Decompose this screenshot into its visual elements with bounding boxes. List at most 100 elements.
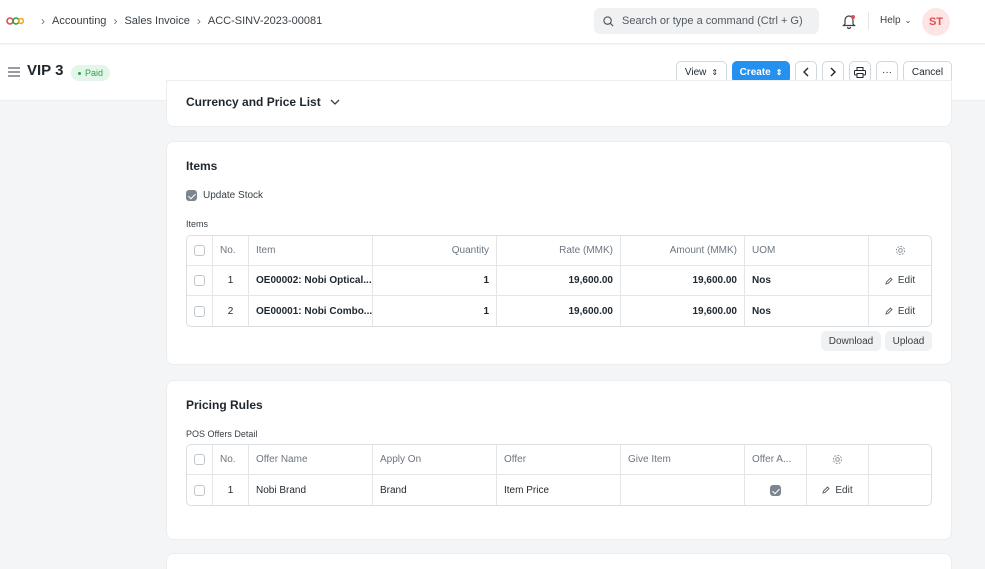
table-header: No. Item Quantity Rate (MMK) Amount (MMK… [187,236,931,266]
edit-label: Edit [897,275,916,286]
more-icon: ··· [882,66,892,78]
item-code[interactable]: OE00001: Nobi Combo... [249,296,373,326]
column-header: Offer A... [745,445,807,474]
items-table: No. Item Quantity Rate (MMK) Amount (MMK… [186,235,932,327]
edit-row-button[interactable]: Edit [869,296,931,326]
breadcrumb-sales-invoice[interactable]: Sales Invoice [124,15,189,27]
item-amount[interactable]: 19,600.00 [621,296,745,326]
checkbox-icon [194,275,205,286]
table-row[interactable]: 1 Nobi Brand Brand Item Price Edit [187,475,931,505]
row-number: 1 [213,475,249,505]
section-title-label: Currency and Price List [186,95,321,109]
chevron-right-icon: › [113,14,118,28]
chevron-right-icon [830,67,836,77]
status-label: Paid [85,68,104,78]
edit-row-button[interactable]: Edit [869,266,931,295]
column-header: Rate (MMK) [497,236,621,265]
row-number: 2 [213,296,249,326]
breadcrumb-accounting[interactable]: Accounting [52,15,106,27]
search-icon [603,15,614,27]
app-logo-icon[interactable] [6,15,24,27]
avatar[interactable]: ST [922,8,950,36]
checkbox-icon [194,305,205,317]
row-checkbox[interactable] [187,266,213,295]
edit-label: Edit [835,484,853,496]
chevron-right-icon: › [41,14,45,28]
navbar: › Accounting › Sales Invoice › ACC-SINV-… [0,0,985,44]
column-header: Apply On [373,445,497,474]
search-placeholder: Search or type a command (Ctrl + G) [622,15,803,27]
offer-name[interactable]: Nobi Brand [249,475,373,505]
gear-icon [832,454,843,465]
sort-caret-icon: ⇕ [711,67,719,77]
select-all-checkbox[interactable] [187,236,213,265]
update-stock-label: Update Stock [203,190,264,201]
section-title-pricing-rules: Pricing Rules [186,398,263,412]
column-header: No. [213,445,249,474]
pricing-rules-section: Pricing Rules POS Offers Detail No. Offe… [166,380,952,540]
pencil-icon [822,486,831,494]
column-settings-button[interactable] [869,236,931,265]
checkbox-icon [194,454,205,465]
download-button[interactable]: Download [821,331,881,351]
update-stock-checkbox[interactable]: Update Stock [186,190,263,201]
create-label: Create [739,66,771,78]
offer-applied-checkbox[interactable] [745,475,807,505]
page-title: VIP 3 [27,62,64,79]
column-header: Offer Name [249,445,373,474]
column-header: Offer [497,445,621,474]
column-header: No. [213,236,249,265]
section-title-currency[interactable]: Currency and Price List [186,95,340,109]
help-dropdown[interactable]: Help ⌄ [880,15,911,26]
menu-icon[interactable] [8,67,20,77]
apply-on[interactable]: Brand [373,475,497,505]
status-dot [78,71,81,75]
item-uom[interactable]: Nos [745,266,869,295]
column-header: UOM [745,236,869,265]
pencil-icon [885,307,893,315]
checkbox-icon [194,245,205,256]
search-bar[interactable]: Search or type a command (Ctrl + G) [594,8,819,34]
upload-button[interactable]: Upload [885,331,932,351]
chevron-left-icon [803,67,809,77]
empty-cell [869,475,931,505]
table-header: No. Offer Name Apply On Offer Give Item … [187,445,931,475]
divider [868,12,869,30]
column-header: Amount (MMK) [621,236,745,265]
status-badge: Paid [71,65,111,81]
help-label: Help [880,15,901,26]
item-rate[interactable]: 19,600.00 [497,266,621,295]
chevron-down-icon [330,99,340,105]
edit-row-button[interactable]: Edit [807,475,869,505]
bell-icon[interactable] [842,13,856,29]
row-checkbox[interactable] [187,475,213,505]
items-section: Items Update Stock Items No. Item Quanti… [166,141,952,365]
checkbox-icon [194,484,205,496]
select-all-checkbox[interactable] [187,445,213,474]
item-code[interactable]: OE00002: Nobi Optical... [249,266,373,295]
pos-offers-label: POS Offers Detail [186,429,258,439]
table-row[interactable]: 1 OE00002: Nobi Optical... 1 19,600.00 1… [187,266,931,296]
pos-offers-table: No. Offer Name Apply On Offer Give Item … [186,444,932,506]
item-rate[interactable]: 19,600.00 [497,296,621,326]
gear-icon [895,245,905,256]
breadcrumb: › Accounting › Sales Invoice › ACC-SINV-… [34,14,322,28]
give-item[interactable] [621,475,745,505]
checkbox-icon [186,190,197,201]
currency-section: Currency and Price List [166,80,952,127]
item-uom[interactable]: Nos [745,296,869,326]
items-table-label: Items [186,219,209,229]
column-settings-button[interactable] [807,445,869,474]
row-checkbox[interactable] [187,296,213,326]
breadcrumb-invoice-id[interactable]: ACC-SINV-2023-00081 [208,15,322,27]
item-qty[interactable]: 1 [373,266,497,295]
view-label: View [684,66,707,78]
checkbox-icon [770,484,781,496]
item-amount[interactable]: 19,600.00 [621,266,745,295]
offer[interactable]: Item Price [497,475,621,505]
printer-icon [854,66,866,78]
column-header: Give Item [621,445,745,474]
pencil-icon [885,276,893,285]
table-row[interactable]: 2 OE00001: Nobi Combo... 1 19,600.00 19,… [187,296,931,326]
item-qty[interactable]: 1 [373,296,497,326]
